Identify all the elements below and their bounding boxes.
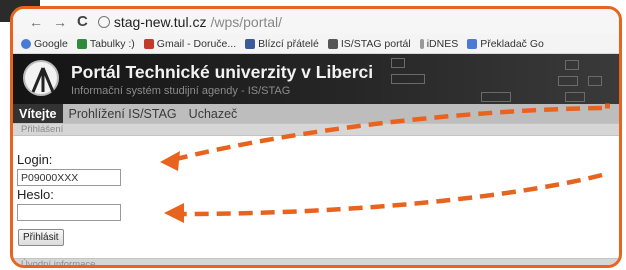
- bookmark-label: iDNES: [426, 37, 459, 50]
- bookmark-label: IS/STAG portál: [340, 37, 411, 50]
- menu-item-vitejte[interactable]: Vítejte: [13, 104, 63, 123]
- bookmark-label: Tabulky :): [89, 37, 135, 50]
- bookmark-idnes[interactable]: iDNES: [419, 37, 459, 50]
- header-decoration: [588, 76, 602, 86]
- login-input[interactable]: [17, 169, 121, 186]
- address-bar: ← → C stag-new.tul.cz/wps/portal/: [13, 9, 619, 34]
- bookmark-label: Google: [34, 37, 68, 50]
- bookmark-label: Překladač Go: [480, 37, 544, 50]
- bookmarks-bar: Google Tabulky :) Gmail - Doruče... Blíz…: [13, 34, 619, 54]
- url-field[interactable]: stag-new.tul.cz/wps/portal/: [97, 13, 283, 30]
- password-label: Heslo:: [17, 187, 54, 202]
- login-button[interactable]: Přihlásit: [18, 229, 64, 246]
- back-icon[interactable]: ←: [29, 14, 43, 30]
- tul-logo-mark: [31, 67, 55, 93]
- menu-item-uchazec[interactable]: Uchazeč: [183, 104, 244, 123]
- gmail-icon: [143, 38, 154, 49]
- site-info-icon[interactable]: [97, 15, 110, 28]
- header-decoration: [481, 92, 511, 102]
- login-panel: Login: Heslo: Přihlásit: [13, 140, 619, 258]
- header-decoration: [391, 74, 425, 84]
- bookmark-label: Blízcí přátelé: [258, 37, 319, 50]
- idnes-icon: [419, 38, 424, 49]
- password-input[interactable]: [17, 204, 121, 221]
- url-path: /wps/portal/: [210, 13, 283, 30]
- url-host: stag-new.tul.cz: [113, 13, 207, 30]
- bookmark-stag[interactable]: IS/STAG portál: [327, 37, 411, 50]
- login-label: Login:: [17, 152, 53, 167]
- bookmark-tabulky[interactable]: Tabulky :): [76, 37, 135, 50]
- bookmark-friends[interactable]: Blízcí přátelé: [245, 38, 319, 50]
- reload-icon[interactable]: C: [77, 13, 88, 30]
- bookmark-label: Gmail - Doruče...: [156, 37, 237, 50]
- sheets-icon: [76, 38, 87, 49]
- portal-subtitle: Informační systém studijní agendy - IS/S…: [71, 85, 291, 97]
- header-decoration: [565, 60, 579, 70]
- bookmark-translate[interactable]: Překladač Go: [467, 38, 544, 50]
- google-icon: [21, 38, 31, 49]
- header-decoration: [565, 92, 585, 102]
- intro-section-header: Úvodní informace: [13, 258, 619, 265]
- main-menu: Vítejte Prohlížení IS/STAG Uchazeč: [13, 104, 619, 123]
- header-decoration: [558, 76, 578, 86]
- tul-logo: [23, 60, 59, 96]
- login-section-header: Přihlášení: [13, 123, 619, 136]
- menu-item-prohlizeni[interactable]: Prohlížení IS/STAG: [63, 104, 183, 123]
- bookmark-gmail[interactable]: Gmail - Doruče...: [143, 37, 237, 50]
- translate-icon: [467, 38, 478, 49]
- screenshot-frame: ← → C stag-new.tul.cz/wps/portal/ Google…: [10, 6, 622, 268]
- portal-header: Portál Technické univerzity v Liberci In…: [13, 54, 619, 104]
- stag-icon: [327, 38, 338, 49]
- header-decoration: [391, 58, 405, 68]
- facebook-icon: [245, 38, 256, 49]
- portal-title: Portál Technické univerzity v Liberci: [71, 62, 374, 82]
- forward-icon[interactable]: →: [53, 14, 67, 30]
- bookmark-google[interactable]: Google: [21, 38, 68, 50]
